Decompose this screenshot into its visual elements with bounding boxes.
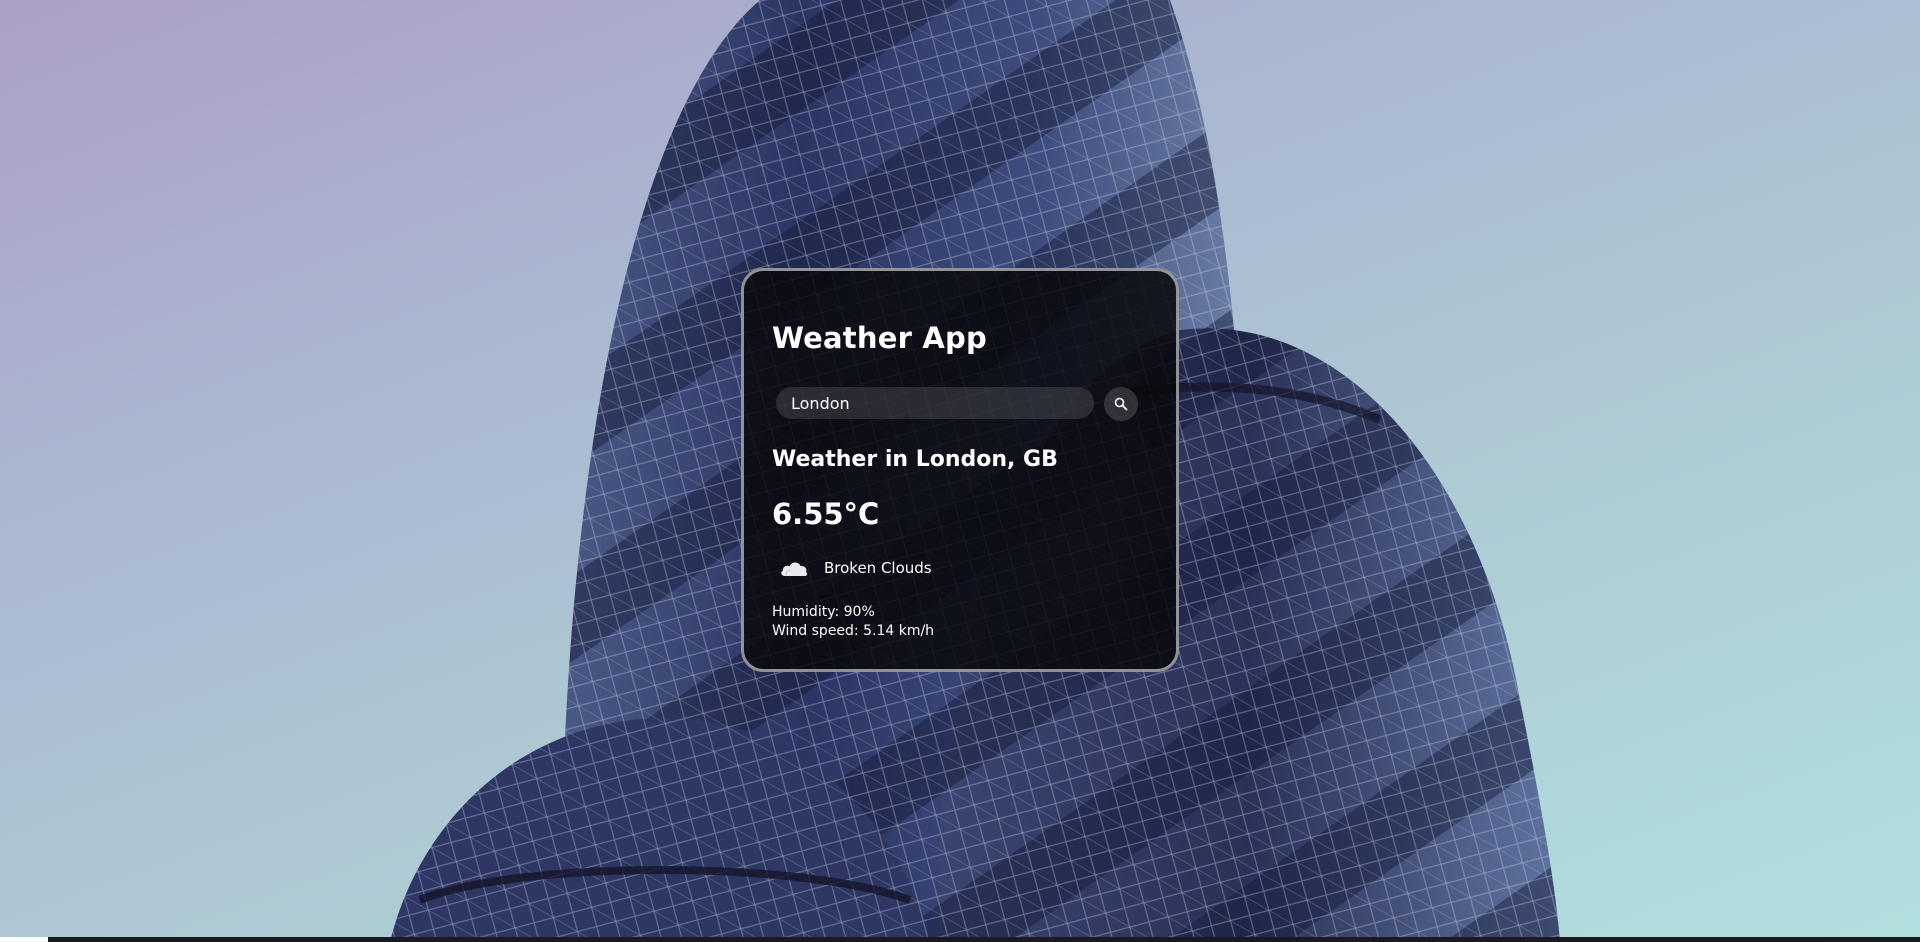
bottom-strip: [0, 937, 1920, 942]
search-input[interactable]: [776, 387, 1094, 419]
condition-row: Broken Clouds: [778, 553, 932, 583]
temperature-value: 6.55°C: [772, 497, 880, 531]
search-bar: [776, 387, 1146, 421]
condition-text: Broken Clouds: [824, 559, 932, 577]
bottom-strip-highlight: [0, 937, 48, 942]
search-icon: [1114, 397, 1128, 411]
humidity-text: Humidity: 90%: [772, 604, 875, 620]
cloud-icon: [781, 562, 808, 577]
weather-card: Weather App Weather in London, GB 6.55°C…: [741, 268, 1179, 672]
search-button[interactable]: [1104, 387, 1138, 421]
location-heading: Weather in London, GB: [772, 447, 1058, 472]
app-title: Weather App: [772, 321, 987, 355]
wind-speed-text: Wind speed: 5.14 km/h: [772, 623, 935, 639]
